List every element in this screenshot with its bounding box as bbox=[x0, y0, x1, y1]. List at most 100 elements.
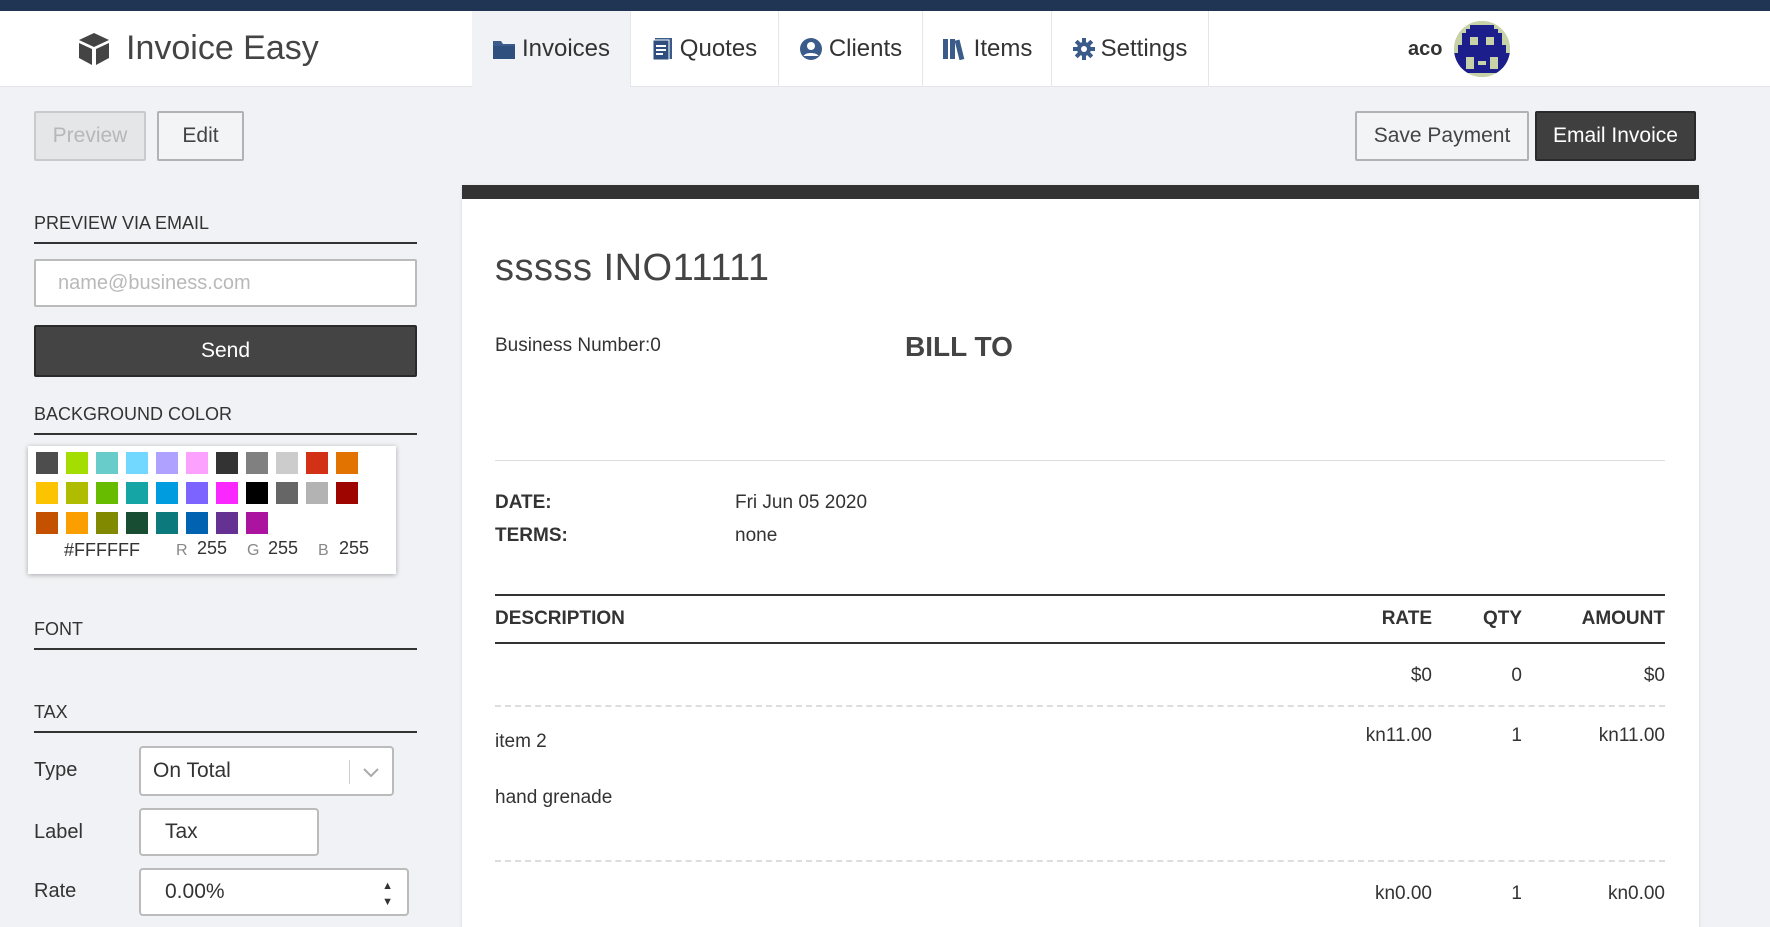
color-swatch[interactable] bbox=[126, 452, 148, 474]
font-title: FONT bbox=[34, 619, 417, 650]
send-button[interactable]: Send bbox=[34, 325, 417, 377]
save-payment-button[interactable]: Save Payment bbox=[1355, 111, 1529, 161]
nav-label: Items bbox=[973, 35, 1033, 62]
color-swatch[interactable] bbox=[306, 452, 328, 474]
swatch-grid bbox=[36, 452, 392, 542]
row-amount: kn11.00 bbox=[1598, 725, 1665, 746]
chevron-down-icon bbox=[363, 768, 379, 778]
color-swatch[interactable] bbox=[66, 482, 88, 504]
rate-stepper[interactable]: ▲ ▼ bbox=[382, 878, 393, 910]
color-picker: #FFFFFF R 255 G 255 B 255 bbox=[28, 446, 396, 574]
row-rate: kn11.00 bbox=[1365, 725, 1432, 746]
row-amount: kn0.00 bbox=[1607, 883, 1665, 904]
nav-label: Clients bbox=[828, 35, 903, 62]
tax-rate-value: 0.00% bbox=[165, 880, 225, 903]
color-swatch[interactable] bbox=[36, 482, 58, 504]
nav-clients[interactable]: Clients bbox=[779, 11, 923, 87]
color-swatch[interactable] bbox=[66, 452, 88, 474]
user-menu[interactable]: aco bbox=[1408, 21, 1511, 77]
invoice-document: sssss INO11111 Business Number:0 BILL TO… bbox=[462, 185, 1699, 927]
color-swatch[interactable] bbox=[186, 482, 208, 504]
nav-label: Settings bbox=[1100, 35, 1188, 62]
color-swatch[interactable] bbox=[186, 452, 208, 474]
color-swatch[interactable] bbox=[96, 482, 118, 504]
hex-input[interactable]: #FFFFFF bbox=[64, 540, 140, 561]
col-rate: RATE bbox=[1381, 608, 1432, 629]
tax-label-value: Tax bbox=[165, 820, 198, 843]
table-header-rule bbox=[495, 642, 1665, 644]
color-swatch[interactable] bbox=[126, 512, 148, 534]
caret-down-icon[interactable]: ▼ bbox=[382, 894, 393, 910]
color-swatch[interactable] bbox=[336, 452, 358, 474]
row-divider bbox=[495, 860, 1665, 862]
nav-settings[interactable]: Settings bbox=[1052, 11, 1209, 87]
color-swatch[interactable] bbox=[36, 512, 58, 534]
nav-invoices[interactable]: Invoices bbox=[472, 11, 631, 87]
document-icon bbox=[652, 38, 672, 61]
tax-rate-input[interactable]: 0.00% ▲ ▼ bbox=[139, 868, 409, 916]
app-name: Invoice Easy bbox=[126, 29, 319, 67]
color-swatch[interactable] bbox=[36, 452, 58, 474]
color-swatch[interactable] bbox=[216, 482, 238, 504]
email-invoice-button[interactable]: Email Invoice bbox=[1535, 111, 1696, 161]
r-input[interactable]: 255 bbox=[197, 538, 227, 559]
color-swatch[interactable] bbox=[246, 482, 268, 504]
row-amount: $0 bbox=[1643, 665, 1665, 686]
r-label: R bbox=[176, 542, 188, 559]
tax-label-input[interactable]: Tax bbox=[139, 808, 319, 856]
color-swatch[interactable] bbox=[216, 452, 238, 474]
b-input[interactable]: 255 bbox=[339, 538, 369, 559]
preview-email-title: PREVIEW VIA EMAIL bbox=[34, 213, 417, 244]
terms-label: TERMS: bbox=[495, 525, 568, 546]
preview-button[interactable]: Preview bbox=[34, 111, 146, 161]
navbar: Invoice Easy Invoices Quotes Clients Ite… bbox=[0, 11, 1770, 87]
tax-type-value: On Total bbox=[153, 759, 231, 782]
tax-type-label: Type bbox=[34, 759, 78, 781]
color-swatch[interactable] bbox=[66, 512, 88, 534]
table-top-rule bbox=[495, 594, 1665, 596]
divider bbox=[495, 460, 1665, 461]
color-swatch[interactable] bbox=[246, 452, 268, 474]
color-swatch[interactable] bbox=[96, 452, 118, 474]
edit-button[interactable]: Edit bbox=[157, 111, 244, 161]
color-swatch[interactable] bbox=[276, 482, 298, 504]
nav-label: Quotes bbox=[679, 35, 758, 62]
cube-icon bbox=[79, 32, 109, 65]
brand[interactable]: Invoice Easy bbox=[76, 29, 319, 68]
color-swatch[interactable] bbox=[156, 482, 178, 504]
color-swatch[interactable] bbox=[186, 512, 208, 534]
nav-label: Invoices bbox=[521, 35, 611, 62]
color-swatch[interactable] bbox=[336, 482, 358, 504]
invoice-title[interactable]: sssss INO11111 bbox=[495, 247, 770, 290]
color-swatch[interactable] bbox=[306, 482, 328, 504]
gear-icon bbox=[1072, 38, 1095, 60]
row-rate: kn0.00 bbox=[1374, 883, 1432, 904]
terms-value[interactable]: none bbox=[735, 525, 777, 547]
row-description: item 2 bbox=[495, 731, 547, 752]
email-field[interactable] bbox=[34, 259, 417, 307]
date-value[interactable]: Fri Jun 05 2020 bbox=[735, 492, 867, 514]
g-label: G bbox=[247, 542, 260, 559]
col-amount: AMOUNT bbox=[1581, 608, 1665, 629]
user-name: aco bbox=[1408, 37, 1443, 60]
tax-label-label: Label bbox=[34, 821, 83, 843]
color-swatch[interactable] bbox=[216, 512, 238, 534]
top-stripe bbox=[0, 0, 1770, 11]
g-input[interactable]: 255 bbox=[268, 538, 298, 559]
nav-quotes[interactable]: Quotes bbox=[631, 11, 779, 87]
color-swatch[interactable] bbox=[246, 512, 268, 534]
color-swatch[interactable] bbox=[126, 482, 148, 504]
tax-type-select[interactable]: On Total bbox=[139, 746, 394, 796]
color-swatch[interactable] bbox=[96, 512, 118, 534]
col-qty: QTY bbox=[1482, 608, 1522, 629]
caret-up-icon[interactable]: ▲ bbox=[382, 878, 393, 894]
row-qty: 1 bbox=[1511, 725, 1522, 746]
row-note: hand grenade bbox=[495, 787, 613, 808]
color-swatch[interactable] bbox=[276, 452, 298, 474]
nav-items[interactable]: Items bbox=[923, 11, 1052, 87]
color-swatch[interactable] bbox=[156, 512, 178, 534]
color-swatch[interactable] bbox=[156, 452, 178, 474]
col-description: DESCRIPTION bbox=[495, 608, 625, 629]
bill-to-heading: BILL TO bbox=[905, 331, 1013, 362]
tax-title: TAX bbox=[34, 702, 417, 733]
